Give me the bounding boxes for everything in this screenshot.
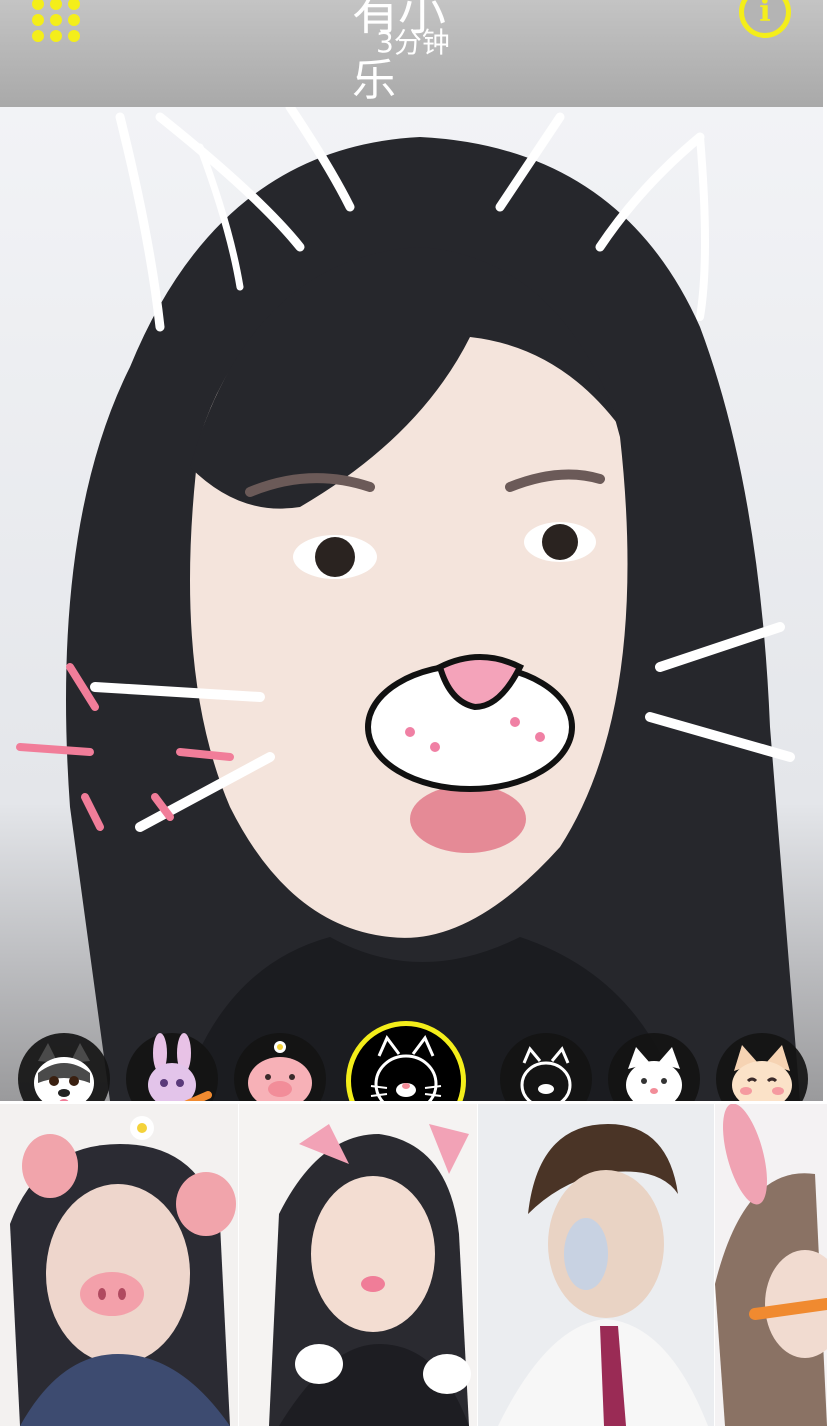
left-pupil (315, 537, 355, 577)
filter-cat-outline[interactable] (500, 1033, 592, 1101)
filter-white-kitten[interactable] (608, 1033, 700, 1101)
pig-icon (248, 1041, 312, 1101)
fox-icon (732, 1045, 792, 1101)
filter-husky[interactable] (18, 1033, 110, 1101)
muzzle-dot (430, 742, 440, 752)
info-button[interactable]: i (739, 0, 791, 38)
filter-white-cat-selected[interactable] (346, 1021, 466, 1101)
grid-dot (50, 30, 62, 42)
grid-dot (68, 0, 80, 10)
brand-line-3: 乐 (352, 55, 396, 106)
gallery-item-cat[interactable] (239, 1104, 479, 1426)
white-kitten-icon (626, 1047, 682, 1101)
menu-grid-icon[interactable] (26, 0, 86, 44)
cat-outline-small-icon (520, 1046, 572, 1101)
pig-sample-image (0, 1104, 239, 1426)
right-pupil (542, 524, 578, 560)
filter-tray (0, 1021, 823, 1101)
rainbow-sample-image (478, 1104, 715, 1426)
camera-preview[interactable] (0, 107, 823, 1101)
camera-face-illustration (0, 107, 823, 1101)
filter-pig[interactable] (234, 1033, 326, 1101)
grid-dot (32, 30, 44, 42)
grid-dot (32, 0, 44, 10)
gallery-item-rainbow[interactable] (478, 1104, 716, 1426)
filter-fox[interactable] (716, 1033, 808, 1101)
filter-bunny[interactable] (126, 1033, 218, 1101)
bunny-icon (148, 1033, 212, 1101)
muzzle-dot (535, 732, 545, 742)
blush-streak (176, 748, 234, 761)
grid-dot (68, 30, 80, 42)
husky-icon (34, 1043, 94, 1101)
grid-dot (50, 0, 62, 10)
muzzle-dot (405, 727, 415, 737)
grid-dot (32, 14, 44, 26)
app-brand: 有小 3分钟 乐 (352, 0, 472, 107)
gallery-item-bunny[interactable] (715, 1104, 827, 1426)
muzzle-dot (510, 717, 520, 727)
lips (410, 785, 526, 853)
cat-outline-icon (370, 1035, 442, 1101)
top-bar: 有小 3分钟 乐 i (0, 0, 823, 107)
blush-streak (16, 743, 94, 756)
bunny-sample-image (715, 1104, 827, 1426)
brand-line-2: 3分钟 (376, 26, 450, 59)
gallery-item-pig[interactable] (0, 1104, 240, 1426)
info-icon: i (759, 0, 771, 29)
grid-dot (68, 14, 80, 26)
sample-gallery (0, 1104, 827, 1426)
grid-dot (50, 14, 62, 26)
cat-sample-image (239, 1104, 478, 1426)
